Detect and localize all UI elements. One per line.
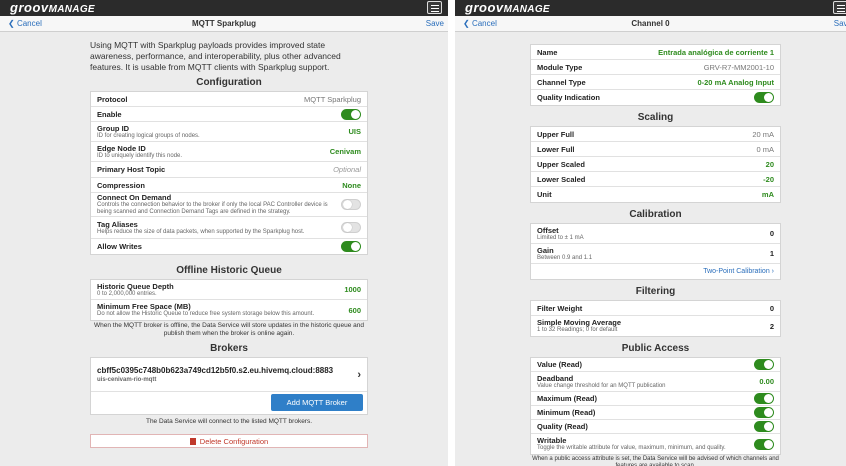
historic-queue-depth-row[interactable]: Historic Queue Depth 0 to 2,000,000 entri… bbox=[91, 280, 367, 300]
offset-row[interactable]: Offset Limited to ± 1 mA 0 bbox=[531, 224, 780, 244]
groov-manage-logo: groovMANAGE bbox=[465, 0, 550, 16]
intro-text: Using MQTT with Sparkplug payloads provi… bbox=[90, 40, 341, 72]
quality-read-row: Quality (Read) bbox=[531, 420, 780, 434]
broker-client-id: uis-cenivam-rio-mqtt bbox=[97, 377, 157, 383]
deadband-row[interactable]: Deadband Value change threshold for an MQ… bbox=[531, 372, 780, 392]
groov-manage-logo: groovMANAGE bbox=[10, 0, 95, 16]
nav-bar: Channel 0 ❮ Cancel Save bbox=[455, 16, 846, 32]
scaling-heading: Scaling bbox=[637, 112, 674, 123]
maximum-read-row: Maximum (Read) bbox=[531, 392, 780, 406]
protocol-value: MQTT Sparkplug bbox=[304, 94, 361, 104]
brokers-note: The Data Service will connect to the lis… bbox=[145, 418, 313, 425]
channel-panel: groovMANAGE Channel 0 ❮ Cancel Save Name… bbox=[455, 0, 846, 466]
edge-node-id-value: Cenivam bbox=[329, 147, 361, 156]
primary-host-topic-row[interactable]: Primary Host Topic Optional bbox=[91, 162, 367, 178]
allow-writes-row: Allow Writes bbox=[91, 239, 367, 254]
compression-value: None bbox=[342, 180, 361, 190]
simple-moving-average-row[interactable]: Simple Moving Average 1 to 32 Readings; 0… bbox=[531, 316, 780, 336]
queue-note: When the MQTT broker is offline, the Dat… bbox=[93, 322, 364, 337]
nav-bar: MQTT Sparkplug ❮ Cancel Save bbox=[0, 16, 448, 32]
trash-icon bbox=[189, 438, 196, 445]
minimum-read-toggle[interactable] bbox=[754, 407, 774, 418]
channel-content: Name Entrada analógica de corriente 1 Mo… bbox=[530, 32, 781, 466]
quality-read-toggle[interactable] bbox=[754, 421, 774, 432]
enable-toggle[interactable] bbox=[341, 108, 361, 120]
writable-toggle[interactable] bbox=[754, 438, 774, 450]
scaling-card: Upper Full 20 mA Lower Full 0 mA Upper S… bbox=[530, 126, 781, 203]
chevron-right-icon: › bbox=[769, 268, 774, 275]
brokers-heading: Brokers bbox=[210, 343, 248, 354]
menu-icon[interactable] bbox=[833, 1, 846, 14]
module-type-value: GRV-R7-MM2001-10 bbox=[703, 62, 774, 72]
page-title: Channel 0 bbox=[631, 19, 670, 28]
public-access-heading: Public Access bbox=[621, 343, 690, 354]
edge-node-id-row[interactable]: Edge Node ID ID to uniquely identify this… bbox=[91, 142, 367, 162]
lower-full-row[interactable]: Lower Full 0 mA bbox=[531, 142, 780, 157]
cancel-button[interactable]: ❮ Cancel bbox=[463, 16, 497, 32]
tag-aliases-toggle[interactable] bbox=[341, 222, 361, 233]
add-mqtt-broker-button[interactable]: Add MQTT Broker bbox=[271, 394, 363, 411]
compression-row[interactable]: Compression None bbox=[91, 178, 367, 193]
calibration-card: Offset Limited to ± 1 mA 0 Gain Between 0.… bbox=[530, 223, 781, 280]
chevron-left-icon: ❮ bbox=[463, 19, 472, 28]
protocol-row[interactable]: Protocol MQTT Sparkplug bbox=[91, 92, 367, 107]
delete-configuration-button[interactable]: Delete Configuration bbox=[90, 434, 368, 448]
chevron-left-icon: ❮ bbox=[8, 19, 17, 28]
app-header: groovMANAGE bbox=[455, 0, 846, 16]
channel-info-card: Name Entrada analógica de corriente 1 Mo… bbox=[530, 44, 781, 106]
filter-weight-row[interactable]: Filter Weight 0 bbox=[531, 301, 780, 316]
upper-scaled-row[interactable]: Upper Scaled 20 bbox=[531, 157, 780, 172]
filtering-heading: Filtering bbox=[635, 286, 676, 297]
connect-on-demand-toggle[interactable] bbox=[341, 199, 361, 210]
value-read-row: Value (Read) bbox=[531, 358, 780, 372]
quality-indication-toggle[interactable] bbox=[754, 92, 774, 103]
configuration-card: Protocol MQTT Sparkplug Enable Group ID I… bbox=[90, 91, 368, 255]
writable-row: Writable Toggle the writable attribute fo… bbox=[531, 434, 780, 454]
channel-type-row[interactable]: Channel Type 0-20 mA Analog Input bbox=[531, 75, 780, 90]
brokers-card: cbff5c0395c748b0b623a749cd12b5f0.s2.eu.h… bbox=[90, 357, 368, 415]
mqtt-content: Using MQTT with Sparkplug payloads provi… bbox=[90, 32, 368, 448]
public-access-card: Value (Read) Deadband Value change thresh… bbox=[530, 357, 781, 455]
broker-item[interactable]: cbff5c0395c748b0b623a749cd12b5f0.s2.eu.h… bbox=[91, 358, 367, 392]
menu-icon[interactable] bbox=[427, 1, 442, 14]
public-access-note: When a public access attribute is set, t… bbox=[532, 456, 779, 466]
group-id-row[interactable]: Group ID ID for creating logical groups o… bbox=[91, 122, 367, 142]
group-id-value: UIS bbox=[348, 127, 361, 136]
enable-row: Enable bbox=[91, 107, 367, 122]
primary-host-topic-input[interactable]: Optional bbox=[333, 165, 361, 174]
offline-queue-card: Historic Queue Depth 0 to 2,000,000 entri… bbox=[90, 279, 368, 321]
maximum-read-toggle[interactable] bbox=[754, 393, 774, 404]
upper-full-row[interactable]: Upper Full 20 mA bbox=[531, 127, 780, 142]
add-broker-row: Add MQTT Broker bbox=[91, 392, 367, 414]
queue-depth-value: 1000 bbox=[344, 285, 361, 294]
free-space-value: 600 bbox=[348, 305, 361, 315]
chevron-right-icon: › bbox=[357, 368, 361, 381]
gain-row[interactable]: Gain Between 0.9 and 1.1 1 bbox=[531, 244, 780, 264]
name-value: Entrada analógica de corriente 1 bbox=[658, 47, 774, 57]
mqtt-sparkplug-panel: groovMANAGE MQTT Sparkplug ❮ Cancel Save… bbox=[0, 0, 448, 466]
broker-address: cbff5c0395c748b0b623a749cd12b5f0.s2.eu.h… bbox=[97, 366, 334, 375]
minimum-free-space-row[interactable]: Minimum Free Space (MB) Do not allow the … bbox=[91, 300, 367, 320]
page-title: MQTT Sparkplug bbox=[192, 19, 256, 28]
tag-aliases-row: Tag Aliases Helps reduce the size of data… bbox=[91, 217, 367, 239]
name-row[interactable]: Name Entrada analógica de corriente 1 bbox=[531, 45, 780, 60]
configuration-heading: Configuration bbox=[196, 77, 262, 88]
minimum-read-row: Minimum (Read) bbox=[531, 406, 780, 420]
cancel-button[interactable]: ❮ Cancel bbox=[8, 16, 42, 32]
filtering-card: Filter Weight 0 Simple Moving Average 1 t… bbox=[530, 300, 781, 337]
lower-scaled-row[interactable]: Lower Scaled -20 bbox=[531, 172, 780, 187]
value-read-toggle[interactable] bbox=[754, 359, 774, 370]
calibration-heading: Calibration bbox=[629, 209, 682, 220]
offline-queue-heading: Offline Historic Queue bbox=[176, 265, 282, 276]
connect-on-demand-row: Connect On Demand Controls the connection… bbox=[91, 193, 367, 217]
quality-indication-row: Quality Indication bbox=[531, 90, 780, 105]
module-type-row: Module Type GRV-R7-MM2001-10 bbox=[531, 60, 780, 75]
save-button[interactable]: Save bbox=[834, 16, 846, 32]
allow-writes-toggle[interactable] bbox=[341, 241, 361, 252]
channel-type-value: 0-20 mA Analog Input bbox=[697, 77, 774, 87]
app-header: groovMANAGE bbox=[0, 0, 448, 16]
two-point-calibration-link[interactable]: Two-Point Calibration › bbox=[531, 264, 780, 279]
unit-row[interactable]: Unit mA bbox=[531, 187, 780, 202]
save-button[interactable]: Save bbox=[426, 16, 444, 32]
